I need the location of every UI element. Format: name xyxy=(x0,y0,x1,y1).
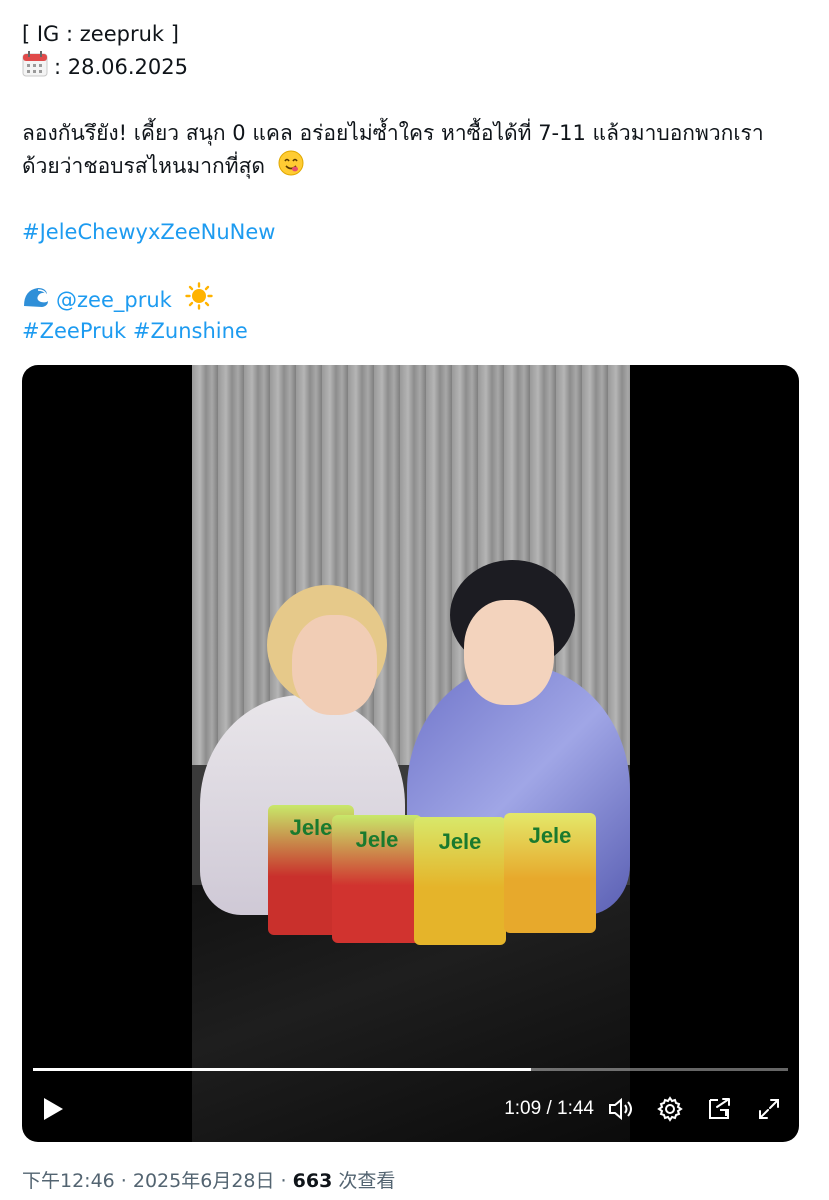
volume-icon xyxy=(608,1097,634,1125)
video-time: 1:09 / 1:44 xyxy=(504,1098,594,1119)
tweet-meta: 下午12:46 · 2025年6月28日 · 663 次查看 xyxy=(22,1166,395,1193)
timestamp[interactable]: 下午12:46 · 2025年6月28日 · xyxy=(22,1170,293,1192)
views-count: 663 xyxy=(292,1170,333,1192)
date-text: : 28.06.2025 xyxy=(54,55,188,79)
hashtag-zeepruk[interactable]: #ZeePruk xyxy=(22,319,126,343)
hashtags-line: #ZeePruk #Zunshine xyxy=(22,315,807,348)
fullscreen-button[interactable] xyxy=(753,1095,785,1127)
thai-text-line-2: ด้วยว่าชอบรสไหนมากที่สุด xyxy=(22,150,807,183)
ig-line: [ IG : zeepruk ] xyxy=(22,22,179,46)
video-progress-fill xyxy=(33,1068,532,1071)
mention-link[interactable]: @zee_pruk xyxy=(56,288,172,312)
yum-face-emoji xyxy=(278,150,304,186)
video-progress-bar[interactable] xyxy=(33,1068,788,1071)
hashtag-link[interactable]: #JeleChewyxZeeNuNew xyxy=(22,216,807,249)
video-frame: Jele Jele Jele Jele xyxy=(192,365,630,1142)
mention-line: @zee_pruk xyxy=(22,282,807,315)
pip-button[interactable] xyxy=(704,1095,736,1127)
hashtag-zunshine[interactable]: #Zunshine xyxy=(133,319,248,343)
date-line: : 28.06.2025 xyxy=(22,51,807,84)
product-bag-4: Jele xyxy=(504,813,596,933)
thai-text: ด้วยว่าชอบรสไหนมากที่สุด xyxy=(22,154,266,178)
volume-button[interactable] xyxy=(605,1095,637,1127)
product-bag-3: Jele xyxy=(414,817,506,945)
pip-icon xyxy=(707,1096,733,1126)
play-icon xyxy=(42,1097,64,1125)
product-bag-2: Jele xyxy=(332,815,422,943)
person-right-face xyxy=(464,600,554,705)
play-button[interactable] xyxy=(36,1095,70,1127)
fullscreen-icon xyxy=(757,1097,781,1125)
video-player[interactable]: Jele Jele Jele Jele 1:09 / 1:44 xyxy=(22,365,799,1142)
views-label: 次查看 xyxy=(332,1170,396,1192)
settings-button[interactable] xyxy=(654,1095,686,1127)
thai-text-line-1: ลองกันรึยัง! เคี้ยว สนุก 0 แคล อร่อยไม่ซ… xyxy=(22,121,764,145)
tweet-text: [ IG : zeepruk ] : 28.06.2025 ลองกันรึยั… xyxy=(22,18,807,348)
person-left-face xyxy=(292,615,377,715)
calendar-icon xyxy=(22,51,48,87)
settings-icon xyxy=(657,1096,683,1126)
